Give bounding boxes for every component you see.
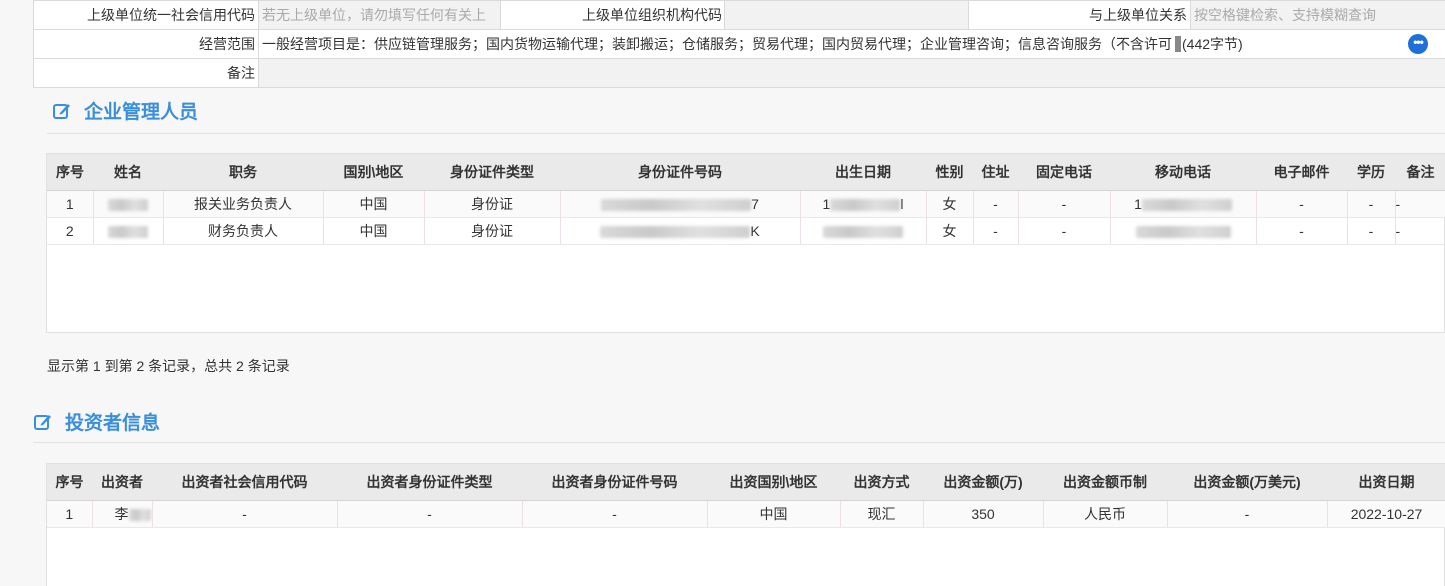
investor-column-header[interactable]: 出资者身份证件号码 [522,464,707,501]
parent-relation-label: 与上级单位关系 [968,0,1191,30]
manager-position: 财务负责人 [163,217,324,245]
investor-column-header[interactable]: 出资日期 [1327,464,1445,501]
investment-currency: 人民币 [1043,500,1168,528]
manager-column-header[interactable]: 性别 [926,154,973,191]
business-scope-field[interactable]: 一般经营项目是：供应链管理服务；国内货物运输代理；装卸搬运；仓储服务；贸易代理；… [258,29,1445,59]
manager-name [93,217,164,245]
investors-section-title: 投资者信息 [33,408,160,435]
investor-column-header[interactable]: 序号 [47,464,92,501]
investor-column-header[interactable]: 出资国别\地区 [707,464,840,501]
manager-address: - [973,217,1019,245]
parent-credit-code-input[interactable]: 若无上级单位，请勿填写任何有关上 [258,0,501,30]
investor-name: 李 [92,500,153,528]
edit-icon [53,103,70,119]
investment-amount: 350 [923,500,1044,528]
manager-address: - [973,190,1019,218]
remark-label: 备注 [33,58,259,88]
investment-amount-usd: - [1167,500,1328,528]
manager-remark: - [1395,190,1445,218]
investor-column-header[interactable]: 出资者社会信用代码 [152,464,337,501]
manager-column-header[interactable]: 出生日期 [800,154,926,191]
manager-column-header[interactable]: 身份证件类型 [424,154,560,191]
investor-id-type: - [337,500,523,528]
manager-column-header[interactable]: 序号 [47,154,93,191]
investor-id-number: - [522,500,708,528]
remark-input[interactable] [258,58,1445,88]
manager-column-header[interactable]: 住址 [973,154,1018,191]
investor-column-header[interactable]: 出资金额(万美元) [1167,464,1327,501]
investment-date: 2022-10-27 [1327,500,1445,528]
manager-id-number: 7 [560,190,801,218]
manager-column-header[interactable]: 职务 [163,154,323,191]
manager-education: - [1347,217,1396,245]
manager-email: - [1256,190,1348,218]
manager-name [93,190,164,218]
manager-column-header[interactable]: 国别\地区 [323,154,424,191]
manager-phone: - [1018,217,1111,245]
table-row[interactable]: 1 报关业务负责人 中国 身份证 7 1l 女 - - 1 - - - [47,190,1445,218]
row-index: 1 [47,190,94,218]
parent-credit-code-label: 上级单位统一社会信用代码 [33,0,259,30]
investment-method: 现汇 [840,500,924,528]
managers-title-text: 企业管理人员 [84,102,199,123]
investor-column-header[interactable]: 出资金额币制 [1043,464,1167,501]
business-scope-text: 一般经营项目是：供应链管理服务；国内货物运输代理；装卸搬运；仓储服务；贸易代理；… [262,36,1172,52]
investors-table: 序号 出资者 出资者社会信用代码 出资者身份证件类型 出资者身份证件号码 出资国别\地区出… [46,463,1445,586]
table-row[interactable]: 1 李 - - - 中国 现汇 350 人民币 - 2022-10-27 [47,500,1445,528]
manager-column-header[interactable]: 姓名 [93,154,163,191]
manager-birth-date [800,217,927,245]
section-divider [47,133,1445,134]
manager-birth-date: 1l [800,190,927,218]
pagination-info: 显示第 1 到第 2 条记录，总共 2 条记录 [47,358,290,374]
edit-icon [34,414,51,430]
investor-column-header[interactable]: 出资者 [92,464,152,501]
manager-remark: - [1395,217,1445,245]
manager-id-type: 身份证 [424,217,561,245]
manager-column-header[interactable]: 电子邮件 [1256,154,1347,191]
investor-credit-code: - [152,500,338,528]
managers-table: 序号 姓名 职务 国别\地区 身份证件类型 身份证件号码 出生日期 性别 住址 固定电话 移动电话电… [46,153,1445,333]
manager-email: - [1256,217,1348,245]
investor-column-header[interactable]: 出资方式 [840,464,923,501]
manager-position: 报关业务负责人 [163,190,324,218]
table-row[interactable]: 2 财务负责人 中国 身份证 K 女 - - - - - [47,217,1445,245]
parent-org-code-label: 上级单位组织机构代码 [500,0,725,30]
manager-id-number: K [560,217,801,245]
manager-mobile [1110,217,1257,245]
manager-mobile: 1 [1110,190,1257,218]
investor-column-header[interactable]: 出资金额(万) [923,464,1043,501]
parent-relation-input[interactable]: 按空格键检索、支持模糊查询 [1190,0,1445,30]
manager-gender: 女 [926,217,974,245]
investors-title-text: 投资者信息 [65,413,161,434]
manager-column-header[interactable]: 身份证件号码 [560,154,800,191]
byte-count: (442字节) [1182,36,1243,52]
row-index: 1 [47,500,93,528]
ellipsis-icon[interactable]: ••• [1408,34,1428,54]
investor-column-header[interactable]: 出资者身份证件类型 [337,464,522,501]
managers-section-title: 企业管理人员 [52,97,198,124]
manager-education: - [1347,190,1396,218]
text-cursor [1175,36,1181,52]
manager-country: 中国 [323,217,425,245]
business-scope-label: 经营范围 [33,29,259,59]
manager-id-type: 身份证 [424,190,561,218]
upper-unit-form: 上级单位统一社会信用代码 若无上级单位，请勿填写任何有关上 上级单位组织机构代码… [33,0,1445,88]
manager-phone: - [1018,190,1111,218]
left-gutter [0,88,33,586]
section-divider [33,442,1445,443]
manager-column-header[interactable]: 固定电话 [1018,154,1110,191]
manager-column-header[interactable]: 学历 [1347,154,1395,191]
investor-country: 中国 [707,500,841,528]
row-index: 2 [47,217,94,245]
manager-country: 中国 [323,190,425,218]
parent-org-code-input[interactable] [724,0,969,30]
manager-column-header[interactable]: 移动电话 [1110,154,1256,191]
manager-column-header[interactable]: 备注 [1395,154,1445,191]
manager-gender: 女 [926,190,974,218]
